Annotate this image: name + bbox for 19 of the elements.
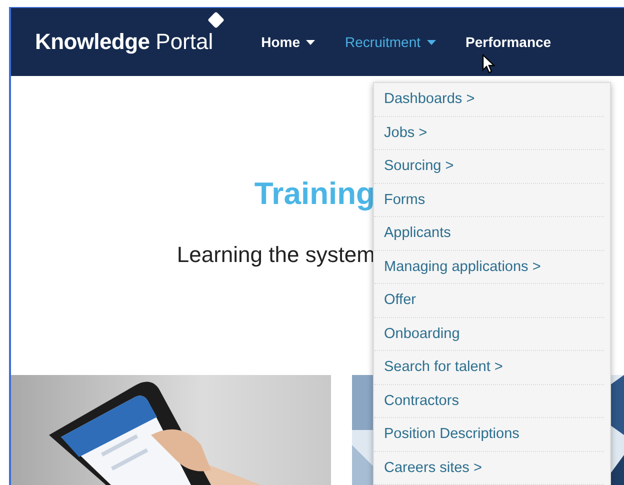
nav-link[interactable]: Home — [261, 34, 316, 50]
menu-item[interactable]: Dashboards > — [374, 83, 604, 116]
menu-item[interactable]: Applicants — [374, 217, 604, 250]
page-heading: Training — [254, 176, 375, 212]
menu-item[interactable]: Offer — [374, 284, 604, 318]
menu-item[interactable]: Forms — [374, 184, 604, 217]
mouse-pointer-icon — [482, 54, 495, 74]
menu-item[interactable]: Onboarding — [374, 318, 604, 351]
menu-item[interactable]: Contractors — [374, 384, 604, 418]
menu-item[interactable]: Managing applications > — [374, 250, 604, 284]
menu-item[interactable]: Search for talent > — [374, 351, 604, 384]
nav-link[interactable]: Performance — [466, 34, 552, 50]
menu-item[interactable]: Sourcing > — [374, 150, 604, 184]
logo[interactable]: Knowledge Portal — [35, 28, 214, 56]
nav-link[interactable]: Recruitment — [345, 34, 436, 50]
menu-item[interactable]: Careers sites > — [374, 452, 604, 485]
page-subtitle: Learning the system — [176, 242, 375, 268]
menu-item[interactable]: Jobs > — [374, 116, 604, 150]
menu-item[interactable]: Position Descriptions — [374, 418, 604, 452]
